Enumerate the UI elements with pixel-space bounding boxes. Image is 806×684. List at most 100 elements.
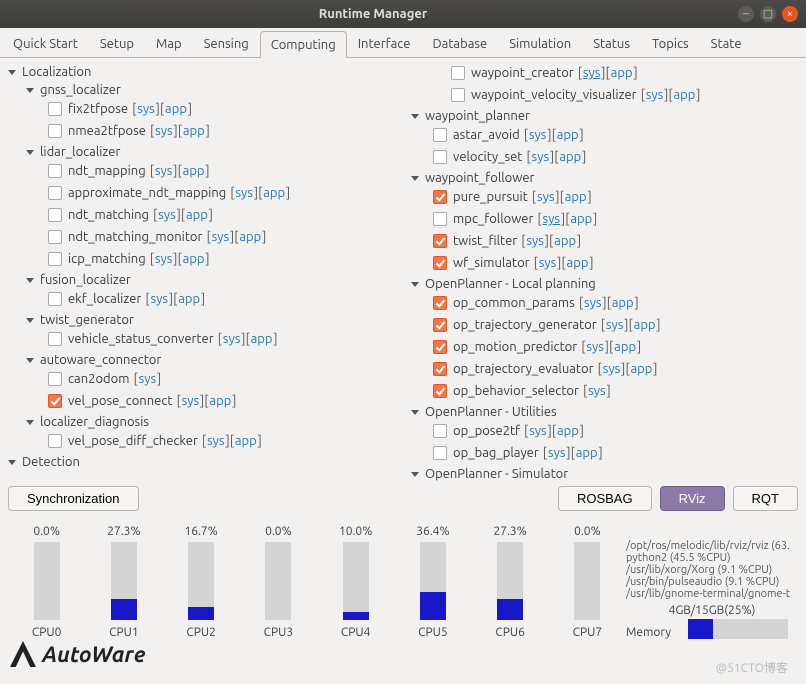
checkbox-icp_matching[interactable] <box>48 252 62 266</box>
rviz-button[interactable]: RViz <box>660 486 725 511</box>
sys-link[interactable]: sys <box>526 234 544 248</box>
app-link[interactable]: app <box>183 124 205 138</box>
sys-link[interactable]: sys <box>182 394 200 408</box>
app-link[interactable]: app <box>178 292 200 306</box>
sys-link[interactable]: sys <box>223 332 241 346</box>
sys-link[interactable]: sys <box>158 208 176 222</box>
tab-quick-start[interactable]: Quick Start <box>2 30 89 57</box>
app-link[interactable]: app <box>263 186 285 200</box>
app-link[interactable]: app <box>251 332 273 346</box>
sys-link[interactable]: sys <box>646 88 664 102</box>
checkbox-op_behavior_selector[interactable] <box>433 384 447 398</box>
sys-link[interactable]: sys <box>548 446 566 460</box>
app-link[interactable]: app <box>554 234 576 248</box>
checkbox-waypoint_creator[interactable] <box>451 66 465 80</box>
minimize-button[interactable]: – <box>738 6 754 22</box>
checkbox-approximate_ndt_mapping[interactable] <box>48 186 62 200</box>
sys-link[interactable]: sys <box>588 384 606 398</box>
checkbox-ndt_matching_monitor[interactable] <box>48 230 62 244</box>
checkbox-op_trajectory_generator[interactable] <box>433 318 447 332</box>
sync-button[interactable]: Synchronization <box>8 486 139 511</box>
app-link[interactable]: app <box>576 446 598 460</box>
tab-interface[interactable]: Interface <box>347 30 422 57</box>
checkbox-vel_pose_connect[interactable] <box>48 394 62 408</box>
group-twist_generator[interactable]: twist_generator <box>26 312 395 328</box>
app-link[interactable]: app <box>674 88 696 102</box>
group-autoware_connector[interactable]: autoware_connector <box>26 352 395 368</box>
checkbox-vehicle_status_converter[interactable] <box>48 332 62 346</box>
checkbox-waypoint_velocity_visualizer[interactable] <box>451 88 465 102</box>
app-link[interactable]: app <box>630 362 652 376</box>
app-link[interactable]: app <box>183 252 205 266</box>
group-Localization[interactable]: Localization <box>8 64 395 80</box>
checkbox-twist_filter[interactable] <box>433 234 447 248</box>
tab-setup[interactable]: Setup <box>89 30 145 57</box>
sys-link[interactable]: sys <box>529 424 547 438</box>
sys-link[interactable]: sys <box>235 186 253 200</box>
tab-database[interactable]: Database <box>421 30 498 57</box>
app-link[interactable]: app <box>557 424 579 438</box>
app-link[interactable]: app <box>611 66 633 80</box>
group-localizer_diagnosis[interactable]: localizer_diagnosis <box>26 414 395 430</box>
sys-link[interactable]: sys <box>537 190 555 204</box>
app-link[interactable]: app <box>165 102 187 116</box>
tab-computing[interactable]: Computing <box>260 31 347 58</box>
app-link[interactable]: app <box>567 256 589 270</box>
checkbox-ndt_mapping[interactable] <box>48 164 62 178</box>
checkbox-op_motion_predictor[interactable] <box>433 340 447 354</box>
app-link[interactable]: app <box>565 190 587 204</box>
sys-link[interactable]: sys <box>529 128 547 142</box>
sys-link[interactable]: sys <box>207 434 225 448</box>
sys-link[interactable]: sys <box>532 150 550 164</box>
sys-link[interactable]: sys <box>606 318 624 332</box>
app-link[interactable]: app <box>612 296 634 310</box>
sys-link[interactable]: sys <box>155 164 173 178</box>
app-link[interactable]: app <box>614 340 636 354</box>
close-button[interactable]: × <box>782 6 798 22</box>
checkbox-velocity_set[interactable] <box>433 150 447 164</box>
checkbox-can2odom[interactable] <box>48 372 62 386</box>
checkbox-mpc_follower[interactable] <box>433 212 447 226</box>
sys-link[interactable]: sys <box>155 124 173 138</box>
app-link[interactable]: app <box>186 208 208 222</box>
tab-state[interactable]: State <box>700 30 753 57</box>
checkbox-fix2tfpose[interactable] <box>48 102 62 116</box>
checkbox-op_trajectory_evaluator[interactable] <box>433 362 447 376</box>
sys-link[interactable]: sys <box>137 102 155 116</box>
maximize-button[interactable]: ▢ <box>760 6 776 22</box>
app-link[interactable]: app <box>209 394 231 408</box>
sys-link[interactable]: sys <box>584 296 602 310</box>
group-lidar_localizer[interactable]: lidar_localizer <box>26 144 395 160</box>
sys-link[interactable]: sys <box>539 256 557 270</box>
checkbox-pure_pursuit[interactable] <box>433 190 447 204</box>
sys-link[interactable]: sys <box>603 362 621 376</box>
group-waypoint_planner[interactable]: waypoint_planner <box>411 108 798 124</box>
sys-link[interactable]: sys <box>139 372 157 386</box>
group-OpenPlanner - Local planning[interactable]: OpenPlanner - Local planning <box>411 276 798 292</box>
checkbox-wf_simulator[interactable] <box>433 256 447 270</box>
app-link[interactable]: app <box>559 150 581 164</box>
rosbag-button[interactable]: ROSBAG <box>558 486 652 511</box>
checkbox-nmea2tfpose[interactable] <box>48 124 62 138</box>
group-OpenPlanner - Simulator[interactable]: OpenPlanner - Simulator <box>411 466 798 482</box>
sys-link[interactable]: sys <box>543 212 561 226</box>
sys-link[interactable]: sys <box>583 66 601 80</box>
sys-link[interactable]: sys <box>155 252 173 266</box>
tab-map[interactable]: Map <box>145 30 193 57</box>
checkbox-ekf_localizer[interactable] <box>48 292 62 306</box>
tab-simulation[interactable]: Simulation <box>498 30 582 57</box>
group-waypoint_follower[interactable]: waypoint_follower <box>411 170 798 186</box>
app-link[interactable]: app <box>183 164 205 178</box>
app-link[interactable]: app <box>570 212 592 226</box>
tab-topics[interactable]: Topics <box>641 30 700 57</box>
group-fusion_localizer[interactable]: fusion_localizer <box>26 272 395 288</box>
checkbox-op_common_params[interactable] <box>433 296 447 310</box>
checkbox-vel_pose_diff_checker[interactable] <box>48 434 62 448</box>
group-gnss_localizer[interactable]: gnss_localizer <box>26 82 395 98</box>
checkbox-astar_avoid[interactable] <box>433 128 447 142</box>
checkbox-op_pose2tf[interactable] <box>433 424 447 438</box>
app-link[interactable]: app <box>235 434 257 448</box>
group-OpenPlanner - Utilities[interactable]: OpenPlanner - Utilities <box>411 404 798 420</box>
tab-sensing[interactable]: Sensing <box>193 30 260 57</box>
app-link[interactable]: app <box>634 318 656 332</box>
